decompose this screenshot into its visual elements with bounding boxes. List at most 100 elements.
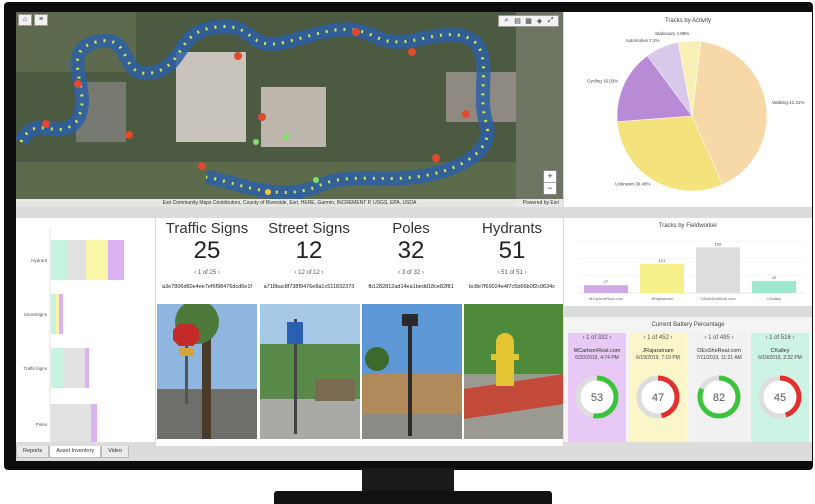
bar-category-label: CKalley bbox=[767, 296, 781, 301]
stacked-bar-segment[interactable] bbox=[51, 348, 63, 388]
battery-user: JRajaratnam bbox=[642, 348, 674, 354]
layers-icon[interactable]: ≡ bbox=[34, 14, 48, 26]
indicator-hydrants: Hydrants 51 ‹ 51 of 51 › bc8e7f69024e4f7… bbox=[461, 218, 563, 290]
category-label: Poles bbox=[36, 422, 48, 427]
stacked-bar-segment[interactable] bbox=[56, 294, 59, 334]
battery-title: Current Battery Percentage bbox=[651, 322, 725, 328]
map-panel[interactable]: ⌂ ≡ ⌕ ▤ ▦ ◈ ⤢ + − Esri Community Maps Co… bbox=[16, 12, 563, 207]
stacked-bar-segment[interactable] bbox=[85, 348, 89, 388]
map-toolbar-left: ⌂ ≡ bbox=[18, 14, 48, 26]
battery-gauge: 47 bbox=[636, 375, 680, 419]
indicator-pager[interactable]: ‹ 12 of 12 › bbox=[258, 270, 360, 276]
traffic-sign-photo bbox=[157, 304, 257, 439]
zoom-out-button[interactable]: − bbox=[544, 182, 556, 194]
indicator-traffic-signs: Traffic Signs 25 ‹ 1 of 25 › a3e7806d60e… bbox=[156, 218, 258, 290]
asset-category-chart[interactable]: Hydrant StreetSigns TrafficSigns Poles bbox=[16, 218, 155, 442]
battery-pager[interactable]: ‹ 1 of 452 › bbox=[629, 335, 687, 341]
stacked-bar-segment[interactable] bbox=[108, 240, 124, 280]
bar-value-label: 101 bbox=[659, 258, 666, 263]
pole-photo bbox=[362, 304, 462, 439]
home-icon[interactable]: ⌂ bbox=[18, 14, 32, 26]
tab-asset-inventory[interactable]: Asset Inventory bbox=[49, 446, 102, 458]
bar-value-label: 27 bbox=[604, 279, 609, 284]
basemap-icon[interactable]: ▦ bbox=[524, 17, 533, 25]
battery-gauge: 53 bbox=[575, 375, 619, 419]
battery-pager[interactable]: ‹ 1 of 495 › bbox=[690, 335, 748, 341]
pie-slice-label: Walking 41.41% bbox=[772, 100, 804, 105]
bar[interactable] bbox=[752, 280, 796, 293]
battery-user: MCarlsonReal.com bbox=[573, 348, 621, 354]
category-label: TrafficSigns bbox=[23, 366, 47, 371]
indicator-label: Hydrants bbox=[481, 220, 543, 237]
stacked-bar-segment[interactable] bbox=[67, 240, 86, 280]
layer-list-icon[interactable]: ◈ bbox=[535, 17, 544, 25]
category-label: Hydrant bbox=[31, 258, 48, 263]
stacked-bar-segment[interactable] bbox=[59, 294, 63, 334]
stacked-bar-segment[interactable] bbox=[86, 240, 108, 280]
hydrant-photo bbox=[464, 304, 563, 439]
legend-icon[interactable]: ▤ bbox=[513, 17, 522, 25]
battery-card[interactable]: ‹ 1 of 495 › OEsSheReal.com 7/11/2019, 11:… bbox=[690, 333, 748, 442]
battery-card[interactable]: ‹ 1 of 516 › CKalley 6/19/2019, 2:32 PM 45 bbox=[751, 333, 809, 442]
indicator-guid: bc8e7f69024e4f7c5b66b0f2c0634c bbox=[469, 284, 555, 290]
indicator-pager[interactable]: ‹ 1 of 25 › bbox=[156, 270, 258, 276]
fieldworker-bar-chart[interactable]: 27 MCarlsonReal.com 101 JRajaratnam 158 OEste… bbox=[564, 231, 812, 305]
dashboard-tabs: Reports Asset Inventory Video bbox=[16, 446, 130, 458]
bar-chart-title: Tracks by Fieldworker bbox=[658, 223, 718, 229]
indicator-pager[interactable]: ‹ 3 of 32 › bbox=[360, 270, 462, 276]
activity-pie-chart[interactable]: Walking 41.41% Unknown 30.48% Cycling 16.0… bbox=[564, 26, 812, 206]
monitor-frame: ⌂ ≡ ⌕ ▤ ▦ ◈ ⤢ + − Esri Community Maps Co… bbox=[4, 2, 813, 470]
battery-gauge: 82 bbox=[697, 375, 741, 419]
search-icon[interactable]: ⌕ bbox=[502, 17, 511, 25]
bar-category-label: JRajaratnam bbox=[651, 296, 674, 301]
battery-panel: Current Battery Percentage ‹ 1 of 332 › M… bbox=[564, 317, 812, 442]
stacked-bar-segment[interactable] bbox=[51, 240, 67, 280]
battery-value: 47 bbox=[652, 392, 664, 404]
pie-chart-title: Tracks by Activity bbox=[664, 18, 712, 24]
satellite-map[interactable] bbox=[16, 12, 563, 207]
battery-pager[interactable]: ‹ 1 of 332 › bbox=[568, 335, 626, 341]
indicator-value: 25 bbox=[193, 237, 221, 264]
dashboard-screen: ⌂ ≡ ⌕ ▤ ▦ ◈ ⤢ + − Esri Community Maps Co… bbox=[16, 12, 812, 461]
battery-user: OEsSheReal.com bbox=[697, 348, 741, 354]
indicator-label: Traffic Signs bbox=[165, 220, 249, 237]
indicator-label: Poles bbox=[392, 220, 430, 237]
battery-value: 82 bbox=[713, 392, 725, 404]
pie-slice-label: Cycling 16.03% bbox=[587, 78, 618, 83]
battery-card[interactable]: ‹ 1 of 332 › MCarlsonReal.com 6/20/2019, 4… bbox=[568, 333, 626, 442]
stacked-bar-segment[interactable] bbox=[63, 348, 85, 388]
zoom-control: + − bbox=[543, 170, 557, 195]
battery-timestamp: 6/19/2019, 7:19 PM bbox=[636, 355, 680, 361]
zoom-in-button[interactable]: + bbox=[544, 171, 556, 182]
battery-gauge: 45 bbox=[758, 375, 802, 419]
street-sign-photo bbox=[260, 304, 360, 439]
map-toolbar-right: ⌕ ▤ ▦ ◈ ⤢ bbox=[498, 15, 559, 27]
pie-slice-label: Stationary 4.88% bbox=[655, 31, 689, 36]
battery-timestamp: 6/20/2019, 4:74 PM bbox=[575, 355, 619, 361]
pie-slice-label: Automotive 7.2% bbox=[625, 38, 659, 43]
battery-pager[interactable]: ‹ 1 of 516 › bbox=[751, 335, 809, 341]
bar[interactable] bbox=[584, 285, 628, 293]
indicator-guid: a718bac8f738f9476e8a1c511832373 bbox=[263, 284, 355, 290]
pie-slice-label: Unknown 30.48% bbox=[615, 182, 650, 187]
bar-category-label: MCarlsonReal.com bbox=[589, 296, 624, 301]
fullscreen-icon[interactable]: ⤢ bbox=[546, 17, 555, 25]
stacked-bar-segment[interactable] bbox=[51, 404, 91, 442]
tab-video[interactable]: Video bbox=[101, 446, 130, 458]
battery-value: 53 bbox=[591, 392, 603, 404]
indicator-pager[interactable]: ‹ 51 of 51 › bbox=[461, 270, 563, 276]
stacked-bar-segment[interactable] bbox=[51, 294, 56, 334]
indicator-guid: fb1282812ad14ea1bedd18ce82f81 bbox=[368, 284, 454, 290]
indicator-label: Street Signs bbox=[268, 220, 350, 237]
bar[interactable] bbox=[640, 263, 684, 293]
indicator-value: 12 bbox=[295, 237, 323, 264]
indicator-guid: a3e7806d60e4ee7ef6f98476dcd6e1f bbox=[162, 284, 252, 290]
asset-bar-chart-panel: Hydrant StreetSigns TrafficSigns Poles bbox=[16, 218, 155, 442]
indicator-value: 51 bbox=[498, 237, 526, 264]
stacked-bar-segment[interactable] bbox=[91, 404, 97, 442]
bar[interactable] bbox=[696, 247, 740, 293]
bar-value-label: 158 bbox=[715, 241, 722, 246]
battery-value: 45 bbox=[774, 392, 786, 404]
battery-card[interactable]: ‹ 1 of 452 › JRajaratnam 6/19/2019, 7:19 P… bbox=[629, 333, 687, 442]
tab-reports[interactable]: Reports bbox=[16, 446, 50, 458]
